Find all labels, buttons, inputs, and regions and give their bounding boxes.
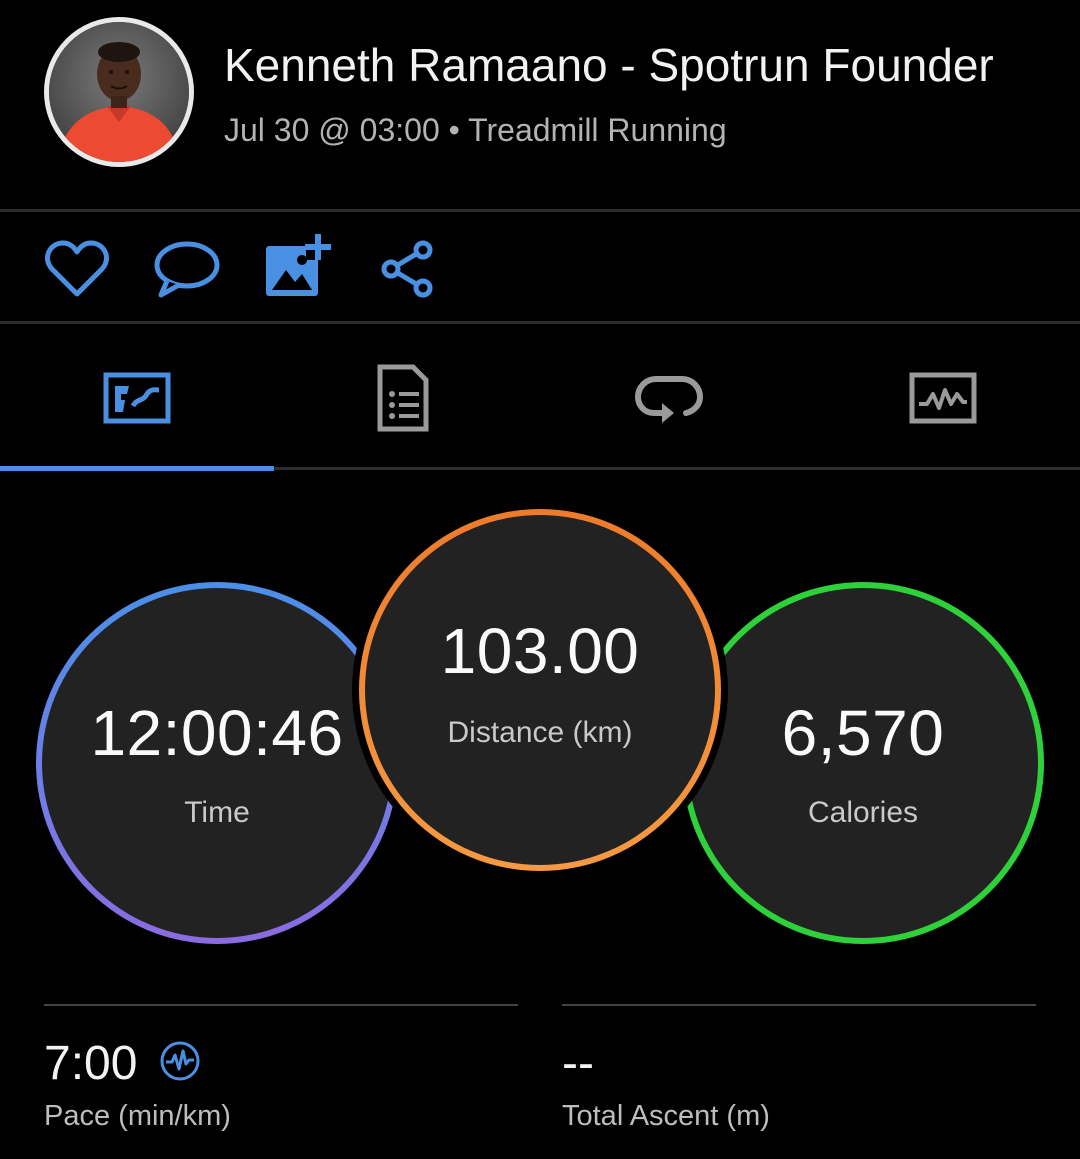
tab-charts[interactable] [808,335,1078,465]
time-value: 12:00:46 [90,697,344,769]
divider [0,321,1080,324]
divider [0,209,1080,212]
ascent-value: -- [562,1037,594,1090]
calories-value: 6,570 [781,697,945,769]
comment-bubble-icon[interactable] [152,234,222,304]
active-tab-indicator [0,466,274,471]
distance-metric[interactable]: 103.00 Distance (km) [352,502,728,878]
heart-rate-icon[interactable] [159,1040,201,1087]
stat-divider [562,1004,1036,1006]
activity-owner-name[interactable]: Kenneth Ramaano - Spotrun Founder [224,38,994,92]
tab-laps[interactable] [534,335,804,465]
document-list-icon [377,364,429,437]
loop-icon [634,373,704,428]
tab-overview[interactable] [2,335,272,465]
divider [274,467,1080,470]
activity-subtitle: Jul 30 @ 03:00 • Treadmill Running [224,112,727,148]
distance-value: 103.00 [440,615,640,687]
time-metric[interactable]: 12:00:46 Time [29,575,405,951]
tab-details[interactable] [268,335,538,465]
avatar[interactable] [44,17,194,167]
pace-value: 7:00 [44,1037,138,1090]
add-photo-icon[interactable] [262,230,332,300]
time-label: Time [184,796,250,829]
calories-metric[interactable]: 6,570 Calories [675,575,1051,951]
distance-label: Distance (km) [447,716,633,749]
pace-label: Pace (min/km) [44,1100,231,1132]
pace-stat[interactable]: 7:00 [44,1036,201,1091]
calories-label: Calories [807,796,919,829]
share-icon[interactable] [372,234,442,304]
stat-divider [44,1004,518,1006]
ascent-label: Total Ascent (m) [562,1100,770,1132]
graph-icon [909,372,977,429]
heart-icon[interactable] [42,234,112,304]
map-overview-icon [103,372,171,429]
